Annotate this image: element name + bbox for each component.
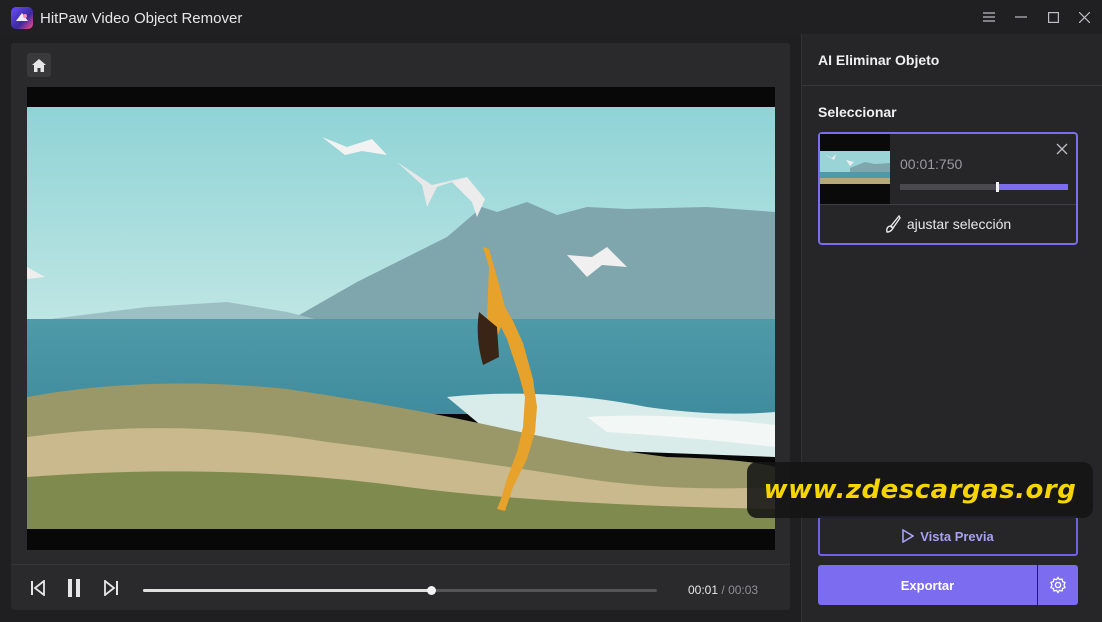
selection-thumbnail [820, 134, 890, 204]
brush-icon [885, 215, 901, 233]
menu-icon[interactable] [978, 6, 1000, 28]
tool-sidebar: AI Eliminar Objeto Seleccionar 00:01:750 [801, 34, 1102, 622]
maximize-icon[interactable] [1042, 6, 1064, 28]
close-icon[interactable] [1073, 6, 1095, 28]
next-frame-icon[interactable] [100, 578, 120, 598]
video-editor-panel: 00:01 / 00:03 [11, 43, 790, 610]
export-settings-button[interactable] [1038, 565, 1078, 605]
previous-frame-icon[interactable] [29, 578, 49, 598]
title-bar: HitPaw Video Object Remover [0, 0, 1102, 34]
selection-range-start-handle[interactable] [996, 182, 1000, 192]
video-frame-image [27, 107, 775, 529]
selection-card[interactable]: 00:01:750 ajustar selección [818, 132, 1078, 245]
selection-time: 00:01:750 [900, 156, 963, 172]
seek-bar-handle[interactable] [426, 586, 436, 595]
video-preview[interactable] [27, 87, 775, 550]
total-time: 00:03 [728, 583, 759, 597]
play-icon [902, 529, 915, 543]
current-time: 00:01 [688, 583, 719, 597]
player-controls: 00:01 / 00:03 [11, 564, 790, 610]
app-title: HitPaw Video Object Remover [40, 10, 243, 27]
seek-bar-progress [143, 589, 431, 592]
export-button-label: Exportar [900, 577, 955, 593]
seek-bar[interactable] [143, 586, 657, 595]
remove-selection-icon[interactable] [1056, 142, 1070, 156]
time-readout: 00:01 / 00:03 [688, 583, 758, 597]
preview-button[interactable]: Vista Previa [818, 516, 1078, 556]
hitpaw-logo-icon [11, 7, 33, 29]
watermark: www.zdescargas.org [747, 462, 1093, 518]
preview-button-label: Vista Previa [920, 528, 994, 544]
watermark-text: www.zdescargas.org [763, 475, 1077, 505]
selection-range-bar[interactable] [900, 182, 1068, 192]
minimize-icon[interactable] [1010, 6, 1032, 28]
export-button[interactable]: Exportar [818, 565, 1037, 605]
selection-range[interactable] [997, 184, 1068, 190]
sidebar-divider [802, 85, 1102, 86]
section-label: Seleccionar [818, 104, 897, 120]
adjust-selection-label: ajustar selección [906, 216, 1012, 232]
pause-icon[interactable] [64, 578, 84, 598]
home-button[interactable] [27, 53, 51, 77]
home-icon [32, 58, 46, 72]
gear-icon [1050, 576, 1066, 594]
adjust-selection-button[interactable]: ajustar selección [820, 205, 1076, 243]
sidebar-title: AI Eliminar Objeto [818, 52, 940, 68]
app-window: HitPaw Video Object Remover 00:01 / 00:0… [0, 0, 1102, 622]
time-separator: / [721, 583, 725, 597]
